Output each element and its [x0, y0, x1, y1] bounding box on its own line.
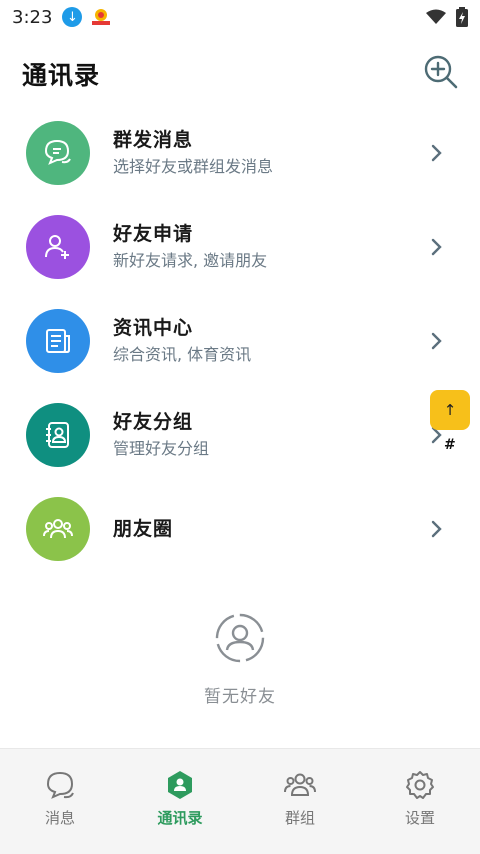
bottom-tab-bar: 消息 通讯录 群组 设置 [0, 748, 480, 854]
chevron-right-icon [431, 144, 442, 162]
add-user-icon [26, 215, 90, 279]
tab-label: 群组 [284, 809, 315, 827]
chat-icon [26, 121, 90, 185]
menu-item-subtitle: 综合资讯, 体育资讯 [113, 345, 252, 364]
settings-icon [406, 771, 434, 799]
wifi-icon [426, 9, 446, 24]
menu-item-title: 好友分组 [113, 411, 194, 433]
chevron-right-icon [431, 332, 442, 350]
menu-item-friend-requests[interactable]: 好友申请 新好友请求, 邀请朋友 [0, 200, 480, 294]
tab-messages[interactable]: 消息 [0, 749, 120, 854]
search-add-icon[interactable] [422, 53, 460, 91]
index-hash-label[interactable]: # [444, 437, 456, 453]
menu-list: 群发消息 选择好友或群组发消息 好友申请 新好友请求, 邀请朋友 资讯中心 综合… [0, 106, 480, 576]
menu-item-subtitle: 管理好友分组 [113, 439, 210, 458]
scroll-to-top-button[interactable]: ↑ [430, 390, 470, 430]
menu-item-moments[interactable]: 朋友圈 [0, 482, 480, 576]
contact-book-icon [26, 403, 90, 467]
menu-item-title: 好友申请 [113, 223, 194, 245]
menu-item-title: 朋友圈 [113, 518, 174, 540]
page-title: 通讯录 [22, 61, 101, 90]
tab-label: 设置 [404, 809, 435, 827]
empty-user-icon [215, 613, 265, 663]
menu-item-news-center[interactable]: 资讯中心 综合资讯, 体育资讯 [0, 294, 480, 388]
news-icon [26, 309, 90, 373]
menu-item-subtitle: 选择好友或群组发消息 [113, 157, 274, 176]
group-icon [284, 773, 316, 796]
download-icon: ↓ [62, 7, 83, 27]
contacts-icon [168, 771, 192, 799]
chevron-right-icon [431, 520, 442, 538]
status-time: 3:23 [12, 6, 53, 28]
app-notification-icon [92, 9, 111, 25]
menu-item-broadcast[interactable]: 群发消息 选择好友或群组发消息 [0, 106, 480, 200]
menu-item-title: 资讯中心 [113, 317, 194, 339]
menu-item-subtitle: 新好友请求, 邀请朋友 [113, 251, 268, 270]
menu-item-title: 群发消息 [113, 129, 194, 151]
tab-contacts[interactable]: 通讯录 [120, 749, 240, 854]
menu-item-friend-groups[interactable]: 好友分组 管理好友分组 [0, 388, 480, 482]
group-icon [26, 497, 90, 561]
tab-groups[interactable]: 群组 [240, 749, 360, 854]
status-bar: 3:23 ↓ [0, 0, 480, 34]
battery-icon [456, 7, 468, 27]
message-icon [46, 771, 74, 799]
chevron-right-icon [431, 238, 442, 256]
empty-state-text: 暂无好友 [204, 687, 276, 707]
tab-settings[interactable]: 设置 [360, 749, 480, 854]
header: 通讯录 [0, 40, 480, 104]
tab-label: 消息 [44, 809, 75, 827]
tab-label: 通讯录 [157, 809, 203, 827]
empty-state: 暂无好友 [0, 612, 480, 707]
